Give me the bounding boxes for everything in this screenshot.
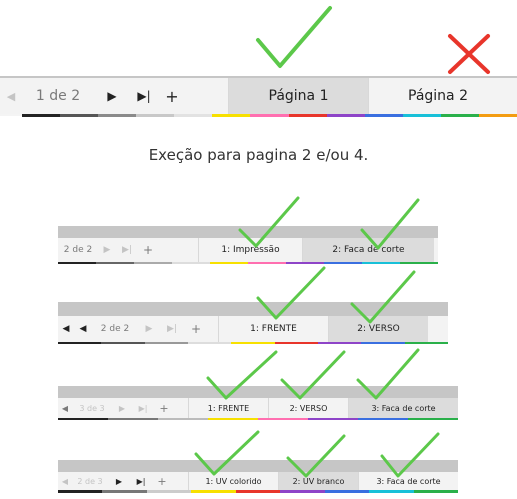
check-icon [350, 270, 416, 324]
check-icon [356, 348, 420, 400]
check-icon [280, 350, 346, 400]
check-icon [360, 198, 420, 250]
cross-icon [448, 34, 490, 74]
check-icon [380, 432, 440, 478]
check-icon [256, 266, 326, 320]
check-icon [194, 430, 260, 476]
annotation-layer [194, 6, 490, 478]
check-icon [206, 350, 278, 400]
check-icon [256, 6, 332, 68]
check-icon [286, 434, 346, 478]
check-icon [238, 196, 300, 248]
